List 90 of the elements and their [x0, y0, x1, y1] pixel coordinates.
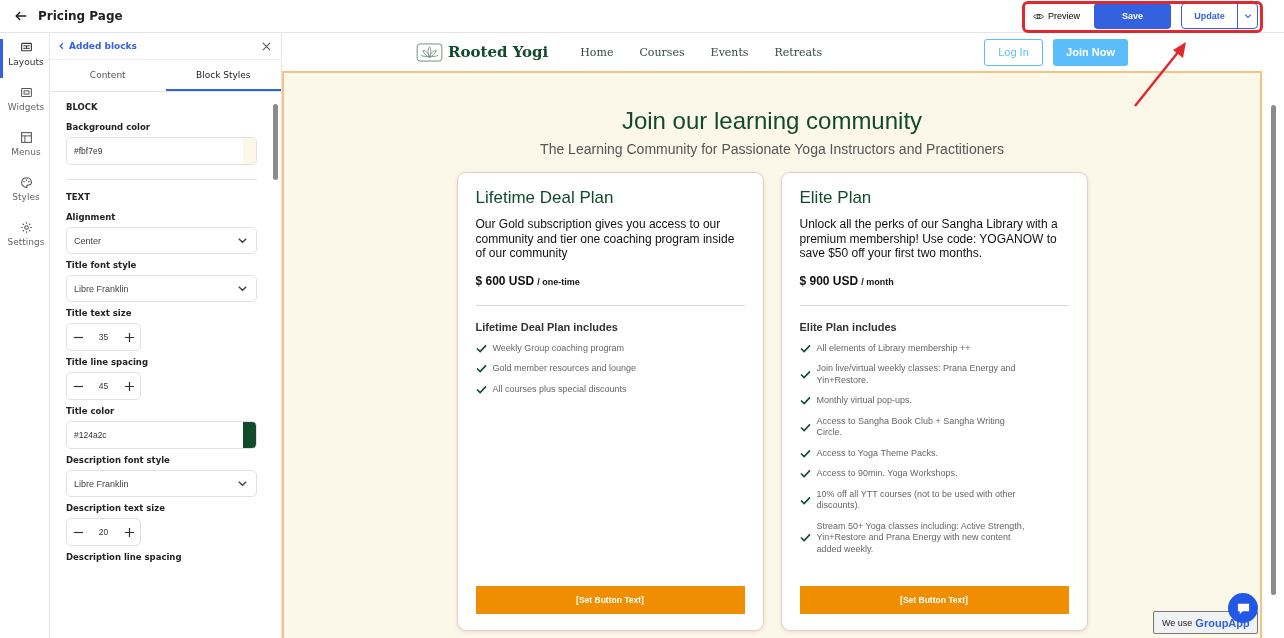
menu-panel-icon [19, 131, 33, 144]
nav-link[interactable]: Courses [639, 45, 685, 59]
check-icon [799, 370, 811, 379]
nav-link[interactable]: Home [580, 45, 614, 59]
check-icon [799, 396, 811, 406]
check-icon [475, 343, 487, 353]
plan-description: Unlock all the perks of our Sangha Library with a premium membership! Use code: YOGANOW to save $50 off your first two months. [799, 217, 1059, 261]
number-value: 45 [97, 381, 110, 391]
dropdown-field[interactable]: Libre Franklin [66, 470, 257, 497]
section-subtitle: The Learning Community for Passionate Yoga Instructors and Practitioners [540, 141, 1004, 157]
tab[interactable]: Block Styles [165, 60, 281, 91]
check-icon [799, 422, 811, 432]
close-icon[interactable] [262, 41, 271, 51]
feature-text: Join live/virtual weekly classes: Prana Energy and Yin+Restore. [816, 363, 1017, 386]
nav-link[interactable]: Events [710, 45, 749, 59]
dropdown-field[interactable]: Center [66, 227, 257, 254]
color-swatch[interactable] [243, 138, 256, 164]
feature-text: Gold member resources and lounge [492, 363, 637, 375]
feature-text: Access to Sangha Book Club + Sangha Writing Circle. [816, 415, 1006, 439]
feature-text: Stream 50+ Yoga classes including: Active Strength, Yin+Restore and Prana Energy with new content added weekly. [816, 520, 1026, 555]
page-title: Pricing Page [38, 9, 123, 23]
field-label: Description line spacing [66, 552, 183, 562]
plus-icon [123, 526, 135, 538]
check-icon [799, 343, 811, 353]
sidebar-item[interactable]: Widgets [0, 84, 49, 123]
section-title: Join our learning community [621, 106, 923, 136]
plan-price: $ 900 USD [799, 273, 859, 288]
field-label: Title font style [66, 260, 138, 270]
number-stepper[interactable]: 45 [66, 372, 141, 400]
sidebar-item[interactable]: Styles [0, 174, 49, 213]
section-heading: BLOCK [66, 102, 99, 112]
price-period: / one-time [537, 276, 580, 287]
feature-text: Access to 90min. Yoga Workshops. [816, 468, 958, 480]
nav-link[interactable]: Retreats [774, 45, 823, 59]
check-icon [475, 384, 487, 394]
sidebar-item[interactable]: Settings [0, 219, 49, 258]
scrollbar-thumb[interactable] [1270, 105, 1276, 595]
plus-icon [123, 380, 135, 392]
section-heading: TEXT [66, 192, 91, 202]
chevron-left-icon [58, 42, 65, 50]
scrollbar-thumb[interactable] [273, 104, 278, 180]
feature-text: Weekly Group coaching program [492, 342, 624, 354]
feature-text: All elements of Library membership ++ [816, 342, 971, 354]
back-link[interactable]: Added blocks [58, 41, 137, 51]
preview-button[interactable]: Preview [1029, 11, 1084, 21]
check-icon [799, 469, 811, 479]
feature-text: Monthly virtual pop-ups. [816, 395, 913, 407]
plan-price: $ 600 USD [475, 273, 535, 288]
plan-title: Lifetime Deal Plan [475, 188, 615, 208]
settings-icon [19, 221, 33, 234]
lotus-logo-icon [416, 42, 443, 62]
plus-icon [123, 331, 135, 343]
site-logo[interactable]: Rooted Yogi [448, 43, 549, 61]
color-input[interactable]: #124a2c [66, 421, 257, 449]
color-swatch[interactable] [243, 422, 256, 448]
field-label: Alignment [66, 212, 117, 222]
color-input[interactable]: #fbf7e9 [66, 137, 257, 165]
dropdown-field[interactable]: Libre Franklin [66, 275, 257, 302]
caret-icon [1242, 11, 1253, 21]
field-label: Title color [66, 406, 116, 416]
layout-icon [19, 41, 33, 54]
feature-text: All courses plus special discounts [492, 383, 627, 395]
field-label: Title text size [66, 308, 133, 318]
feature-text: Access to Yoga Theme Packs. [816, 447, 938, 459]
widget-icon [19, 86, 33, 99]
save-button[interactable]: Save [1094, 3, 1171, 29]
number-stepper[interactable]: 35 [66, 323, 141, 351]
field-label: Background color [66, 122, 151, 132]
check-icon [799, 495, 811, 505]
check-icon [799, 448, 811, 458]
price-period: / month [861, 276, 894, 287]
sidebar-item[interactable]: Layouts [0, 39, 49, 78]
field-label: Description text size [66, 503, 166, 513]
tab[interactable]: Content [50, 60, 166, 91]
number-value: 35 [97, 332, 110, 342]
includes-heading: Lifetime Deal Plan includes [475, 320, 619, 333]
number-stepper[interactable]: 20 [66, 518, 141, 546]
check-icon [475, 364, 487, 374]
number-value: 20 [97, 527, 110, 537]
plan-description: Our Gold subscription gives you access to our community and tier one coaching program inside of our community [475, 217, 736, 261]
palette-icon [19, 176, 33, 189]
eye-icon [1033, 11, 1044, 21]
back-arrow-icon[interactable] [14, 9, 28, 23]
check-icon [799, 533, 811, 543]
includes-heading: Elite Plan includes [799, 320, 898, 333]
field-label: Description font style [66, 455, 171, 465]
feature-text: 10% off all YTT courses (not to be used with other discounts). [816, 488, 1017, 512]
plan-title: Elite Plan [799, 188, 873, 208]
field-label: Title line spacing [66, 357, 149, 367]
sidebar-item[interactable]: Menus [0, 129, 49, 168]
